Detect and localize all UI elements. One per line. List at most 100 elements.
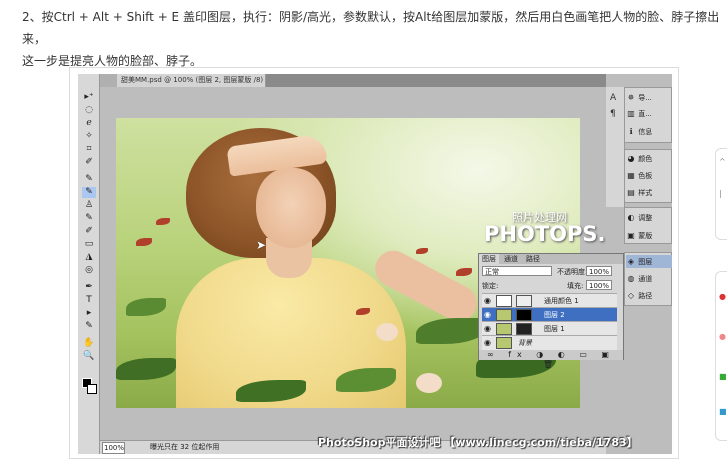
page-share-widget[interactable]: ● ● ■ ■ bbox=[715, 271, 727, 441]
layer-row[interactable]: ◉ 背景 bbox=[482, 335, 617, 350]
shape-tool-icon[interactable]: ✎ bbox=[82, 321, 96, 332]
pen-tool-icon[interactable]: ✒ bbox=[82, 282, 96, 293]
masks-panel-button[interactable]: ▣ 蒙版 bbox=[626, 229, 672, 242]
tab-paths[interactable]: 路径 bbox=[523, 254, 543, 264]
magic-wand-tool-icon[interactable]: ✧ bbox=[82, 131, 96, 142]
blur-tool-icon[interactable]: ◮ bbox=[82, 252, 96, 263]
clone-stamp-tool-icon[interactable]: ♙ bbox=[82, 200, 96, 211]
brush-tool-icon[interactable]: ✎ bbox=[82, 187, 96, 198]
tab-layers[interactable]: 图层 bbox=[479, 254, 499, 264]
layers-icon: ◈ bbox=[627, 257, 635, 266]
layers-footer-buttons[interactable]: ∞ fx ◑ ◐ ▭ ▣ 🗑 bbox=[479, 350, 623, 369]
layers-panel-button[interactable]: ◈ 图层 bbox=[626, 255, 672, 268]
move-tool-icon[interactable]: ▸⁺ bbox=[82, 92, 96, 103]
side-arrow-icon: | bbox=[719, 189, 722, 198]
paths-label: 路径 bbox=[638, 292, 653, 300]
layer-thumbnail bbox=[496, 323, 512, 335]
layer-name: 图层 1 bbox=[544, 325, 565, 333]
layer-mask-thumbnail bbox=[516, 309, 532, 321]
flower bbox=[376, 323, 398, 341]
hand-tool-icon[interactable]: ✋ bbox=[82, 338, 96, 349]
paragraph-panel-icon[interactable]: ¶ bbox=[610, 109, 616, 119]
eraser-tool-icon[interactable]: ✐ bbox=[82, 226, 96, 237]
histogram-icon: ▥ bbox=[627, 109, 635, 118]
paths-panel-button[interactable]: ◇ 路径 bbox=[626, 289, 672, 302]
layer-mask-thumbnail bbox=[516, 295, 532, 307]
type-tool-icon[interactable]: T bbox=[82, 295, 96, 306]
zoom-level-field[interactable]: 100% bbox=[102, 442, 125, 454]
visibility-eye-icon[interactable]: ◉ bbox=[484, 310, 491, 319]
layers-label: 图层 bbox=[638, 258, 653, 266]
instruction-text: 2、按Ctrl + Alt + Shift + E 盖印图层，执行：阴影/高光，… bbox=[22, 6, 722, 72]
document-tab[interactable]: 甜美MM.psd @ 100% (图层 2, 图层蒙版 /8) * × bbox=[117, 74, 266, 87]
fill-input[interactable]: 100% bbox=[586, 280, 612, 290]
channels-label: 通道 bbox=[638, 275, 653, 283]
background-color-swatch[interactable] bbox=[87, 384, 97, 394]
face-shape bbox=[256, 168, 326, 248]
crop-tool-icon[interactable]: ⌗ bbox=[82, 144, 96, 155]
mouse-cursor-icon: ➤ bbox=[256, 238, 267, 252]
healing-brush-tool-icon[interactable]: ✎ bbox=[82, 174, 96, 185]
character-panel-icon[interactable]: A bbox=[610, 93, 616, 103]
opacity-input[interactable]: 100% bbox=[586, 266, 612, 276]
layers-panel-tabs: 图层 通道 路径 bbox=[479, 254, 623, 264]
share-wechat-icon[interactable]: ■ bbox=[719, 372, 727, 382]
leaf bbox=[416, 318, 486, 344]
layer-thumbnail bbox=[496, 309, 512, 321]
page-side-widget[interactable]: ^ | bbox=[715, 148, 727, 240]
gradient-tool-icon[interactable]: ▭ bbox=[82, 239, 96, 250]
layer-thumbnail bbox=[496, 337, 512, 349]
share-qzone-icon[interactable]: ● bbox=[719, 332, 727, 342]
character-panel-strip: A ¶ bbox=[606, 87, 625, 207]
color-panel-button[interactable]: ◕ 颜色 bbox=[626, 152, 672, 165]
instruction-line-1: 2、按Ctrl + Alt + Shift + E 盖印图层，执行：阴影/高光，… bbox=[22, 10, 720, 46]
leaf bbox=[116, 358, 176, 380]
red-leaf bbox=[456, 268, 472, 276]
layer-name: 图层 2 bbox=[544, 311, 565, 319]
swatches-icon: ▦ bbox=[627, 171, 635, 180]
layer-name: 背景 bbox=[518, 339, 532, 347]
adjustments-icon: ◐ bbox=[627, 213, 635, 222]
info-icon: ℹ bbox=[629, 127, 633, 136]
layer-row[interactable]: ◉ 图层 1 bbox=[482, 321, 617, 336]
lock-label: 锁定: bbox=[482, 282, 499, 290]
watermark-bottom: PhotoShop平面设计吧 【www.linecg.com/tieba/178… bbox=[318, 436, 638, 449]
dodge-tool-icon[interactable]: ◎ bbox=[82, 265, 96, 276]
layer-mask-thumbnail bbox=[516, 323, 532, 335]
channels-icon: ◍ bbox=[627, 274, 635, 283]
visibility-eye-icon[interactable]: ◉ bbox=[484, 338, 491, 347]
lasso-tool-icon[interactable]: ℯ bbox=[82, 118, 96, 129]
red-leaf bbox=[156, 218, 170, 225]
layer-thumbnail bbox=[496, 295, 512, 307]
visibility-eye-icon[interactable]: ◉ bbox=[484, 324, 491, 333]
navigator-panel-button[interactable]: ✵ 导... bbox=[626, 91, 672, 104]
adjustments-label: 调整 bbox=[638, 214, 653, 222]
share-tencent-icon[interactable]: ■ bbox=[719, 407, 727, 417]
styles-panel-button[interactable]: ▤ 样式 bbox=[626, 186, 672, 199]
share-weibo-icon[interactable]: ● bbox=[719, 292, 727, 302]
adjustments-panel-button[interactable]: ◐ 调整 bbox=[626, 211, 672, 224]
tab-channels[interactable]: 通道 bbox=[501, 254, 521, 264]
layer-row-selected[interactable]: ◉ 图层 2 bbox=[482, 307, 617, 322]
masks-label: 蒙版 bbox=[638, 232, 653, 240]
color-label: 颜色 bbox=[638, 155, 653, 163]
zoom-tool-icon[interactable]: 🔍 bbox=[82, 351, 96, 362]
history-brush-tool-icon[interactable]: ✎ bbox=[82, 213, 96, 224]
swatches-panel-button[interactable]: ▦ 色板 bbox=[626, 169, 672, 182]
styles-icon: ▤ bbox=[627, 188, 635, 197]
info-label: 信息 bbox=[638, 128, 653, 136]
status-info[interactable]: 曝光只在 32 位起作用 bbox=[150, 441, 219, 454]
blend-mode-select[interactable]: 正常 bbox=[482, 266, 552, 276]
swatches-label: 色板 bbox=[638, 172, 653, 180]
side-arrow-icon: ^ bbox=[719, 157, 726, 166]
eyedropper-tool-icon[interactable]: ✐ bbox=[82, 157, 96, 168]
histogram-panel-button[interactable]: ▥ 直... bbox=[626, 107, 672, 120]
flower bbox=[416, 373, 442, 393]
path-selection-tool-icon[interactable]: ▸ bbox=[82, 308, 96, 319]
layer-row[interactable]: ◉ 通用颜色 1 bbox=[482, 293, 617, 308]
channels-panel-button[interactable]: ◍ 通道 bbox=[626, 272, 672, 285]
info-panel-button[interactable]: ℹ 信息 bbox=[626, 125, 672, 138]
histogram-label: 直... bbox=[638, 110, 652, 118]
visibility-eye-icon[interactable]: ◉ bbox=[484, 296, 491, 305]
marquee-tool-icon[interactable]: ◌ bbox=[82, 105, 96, 116]
